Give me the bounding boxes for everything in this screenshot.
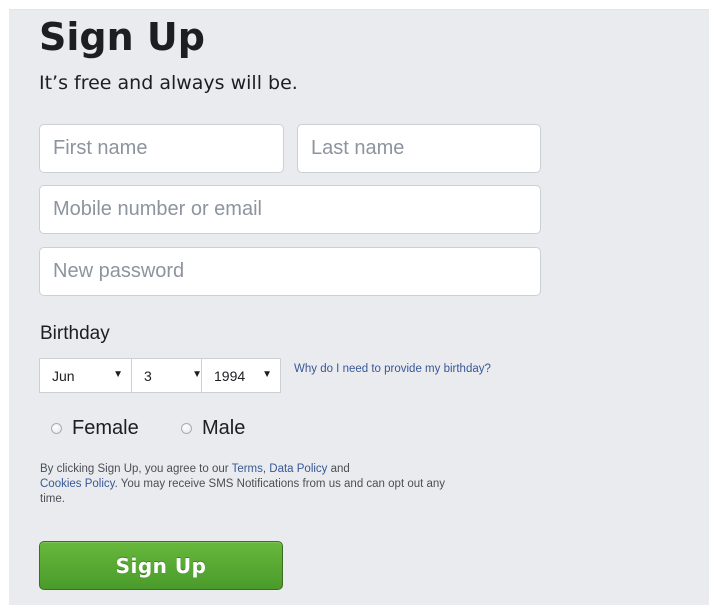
new-password-input[interactable] bbox=[39, 247, 541, 296]
birthday-year-value: 1994 bbox=[214, 367, 246, 384]
cookies-policy-link[interactable]: Cookies Policy bbox=[40, 478, 115, 490]
data-policy-link[interactable]: Data Policy bbox=[269, 463, 327, 475]
terms-link[interactable]: Terms bbox=[232, 463, 263, 475]
birthday-month-select[interactable]: Jun ▼ bbox=[39, 358, 132, 393]
legal-notice: By clicking Sign Up, you agree to our Te… bbox=[40, 462, 450, 507]
female-label: Female bbox=[72, 417, 139, 439]
birthday-help-link[interactable]: Why do I need to provide my birthday? bbox=[294, 362, 494, 376]
birthday-label: Birthday bbox=[40, 323, 110, 344]
page-title: Sign Up bbox=[39, 15, 205, 59]
birthday-day-select[interactable]: 3 ▼ bbox=[131, 358, 211, 393]
legal-prefix: By clicking Sign Up, you agree to our bbox=[40, 463, 232, 475]
mobile-or-email-input[interactable] bbox=[39, 185, 541, 234]
gender-male-option[interactable]: Male bbox=[181, 417, 245, 440]
dropdown-arrow-icon: ▼ bbox=[262, 369, 272, 380]
birthday-year-select[interactable]: 1994 ▼ bbox=[201, 358, 281, 393]
dropdown-arrow-icon: ▼ bbox=[113, 369, 123, 380]
legal-and: and bbox=[327, 463, 350, 475]
page-subtitle: It’s free and always will be. bbox=[39, 72, 298, 94]
birthday-day-value: 3 bbox=[144, 367, 152, 384]
gender-female-option[interactable]: Female bbox=[51, 417, 139, 440]
first-name-input[interactable] bbox=[39, 124, 284, 173]
last-name-input[interactable] bbox=[297, 124, 541, 173]
male-label: Male bbox=[202, 417, 246, 439]
birthday-month-value: Jun bbox=[52, 367, 75, 384]
male-radio[interactable] bbox=[181, 423, 192, 434]
female-radio[interactable] bbox=[51, 423, 62, 434]
sign-up-button[interactable]: Sign Up bbox=[39, 541, 283, 590]
signup-panel: Sign Up It’s free and always will be. Bi… bbox=[9, 9, 709, 605]
